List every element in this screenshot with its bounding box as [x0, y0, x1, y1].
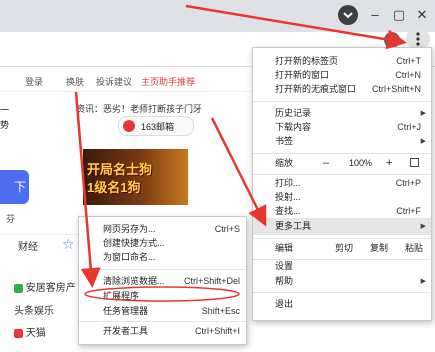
menu-edit-row: 编辑 剪切 复制 粘贴	[253, 239, 431, 257]
menu-more-tools[interactable]: 更多工具 ▶	[253, 218, 431, 235]
banner-line-2: 1级名1狗	[87, 180, 141, 195]
left-text-1: 一	[0, 105, 10, 115]
paste-button[interactable]: 粘贴	[405, 239, 423, 257]
submenu-name-window[interactable]: 为窗口命名...	[79, 249, 246, 266]
zoom-level: 100%	[349, 158, 373, 168]
helper-link[interactable]: 主页助手推荐	[141, 75, 195, 88]
submenu-task-manager[interactable]: 任务管理器 Shift+Esc	[79, 303, 246, 320]
tmall-icon	[14, 328, 23, 338]
zoom-out-button[interactable]: –	[323, 154, 329, 172]
chevron-down-icon	[342, 10, 354, 20]
submenu-dev-tools[interactable]: 开发者工具 Ctrl+Shift+I	[79, 323, 246, 340]
site-label: 天猫	[25, 328, 46, 339]
site-anjuke[interactable]: 安居客房产	[14, 279, 76, 294]
profile-icon[interactable]	[384, 32, 400, 48]
menu-separator	[253, 101, 431, 102]
menu-separator	[253, 292, 431, 293]
menu-new-incognito[interactable]: 打开新的无痕式窗口 Ctrl+Shift+N	[253, 81, 431, 98]
site-label: 安居客房产	[25, 283, 76, 294]
page-top-links: 登录 换肤 投诉建议 主页助手推荐	[0, 69, 252, 92]
more-tools-submenu: 网页另存为... Ctrl+S 创建快捷方式... 为窗口命名... 清除浏览数据…	[78, 216, 247, 345]
left-text-2: 势	[0, 120, 10, 130]
cut-button[interactable]: 剪切	[335, 239, 353, 257]
house-icon	[14, 283, 23, 293]
close-button[interactable]: ✕	[411, 6, 433, 24]
copy-button[interactable]: 复制	[370, 239, 388, 257]
mail-button[interactable]: 163邮箱	[118, 116, 194, 136]
submenu-arrow-icon: ▶	[420, 278, 426, 285]
nav-separator	[0, 234, 80, 235]
minimize-button[interactable]: –	[364, 6, 386, 24]
maximize-button[interactable]: ▢	[388, 6, 410, 24]
feedback-link[interactable]: 投诉建议	[96, 75, 132, 88]
submenu-arrow-icon: ▶	[420, 223, 426, 230]
menu-exit[interactable]: 退出	[253, 296, 431, 313]
zoom-in-button[interactable]: +	[386, 154, 392, 172]
nav-item-finance[interactable]: 财经	[18, 238, 38, 253]
menu-zoom-row: 缩放 – 100% +	[253, 154, 431, 172]
site-toutiao[interactable]: 头条娱乐	[14, 302, 54, 317]
skin-link[interactable]: 换肤	[66, 75, 84, 88]
menu-separator	[79, 269, 246, 270]
mail-label: 163邮箱	[141, 122, 175, 132]
menu-bookmarks[interactable]: 书签 ▶	[253, 133, 431, 150]
mail-icon	[123, 120, 135, 132]
game-banner-ad[interactable]: 开局名士狗 1级名1狗	[83, 149, 188, 205]
menu-help[interactable]: 帮助 ▶	[253, 273, 431, 290]
login-link[interactable]: 登录	[25, 75, 43, 88]
submenu-arrow-icon: ▶	[420, 138, 426, 145]
fullscreen-icon[interactable]	[410, 158, 419, 167]
search-button[interactable]: 下	[0, 170, 29, 204]
left-small-text: 芬	[6, 214, 16, 224]
star-icon: ☆	[62, 236, 75, 252]
chrome-main-menu: 打开新的标签页 Ctrl+T 打开新的窗口 Ctrl+N 打开新的无痕式窗口 Ctrl…	[252, 47, 432, 321]
news-line[interactable]: 资讯：恶劣！老师打断孩子门牙	[76, 102, 202, 115]
banner-line-1: 开局名士狗	[87, 162, 153, 177]
menu-separator	[79, 321, 246, 322]
site-tmall[interactable]: 天猫	[14, 324, 46, 339]
